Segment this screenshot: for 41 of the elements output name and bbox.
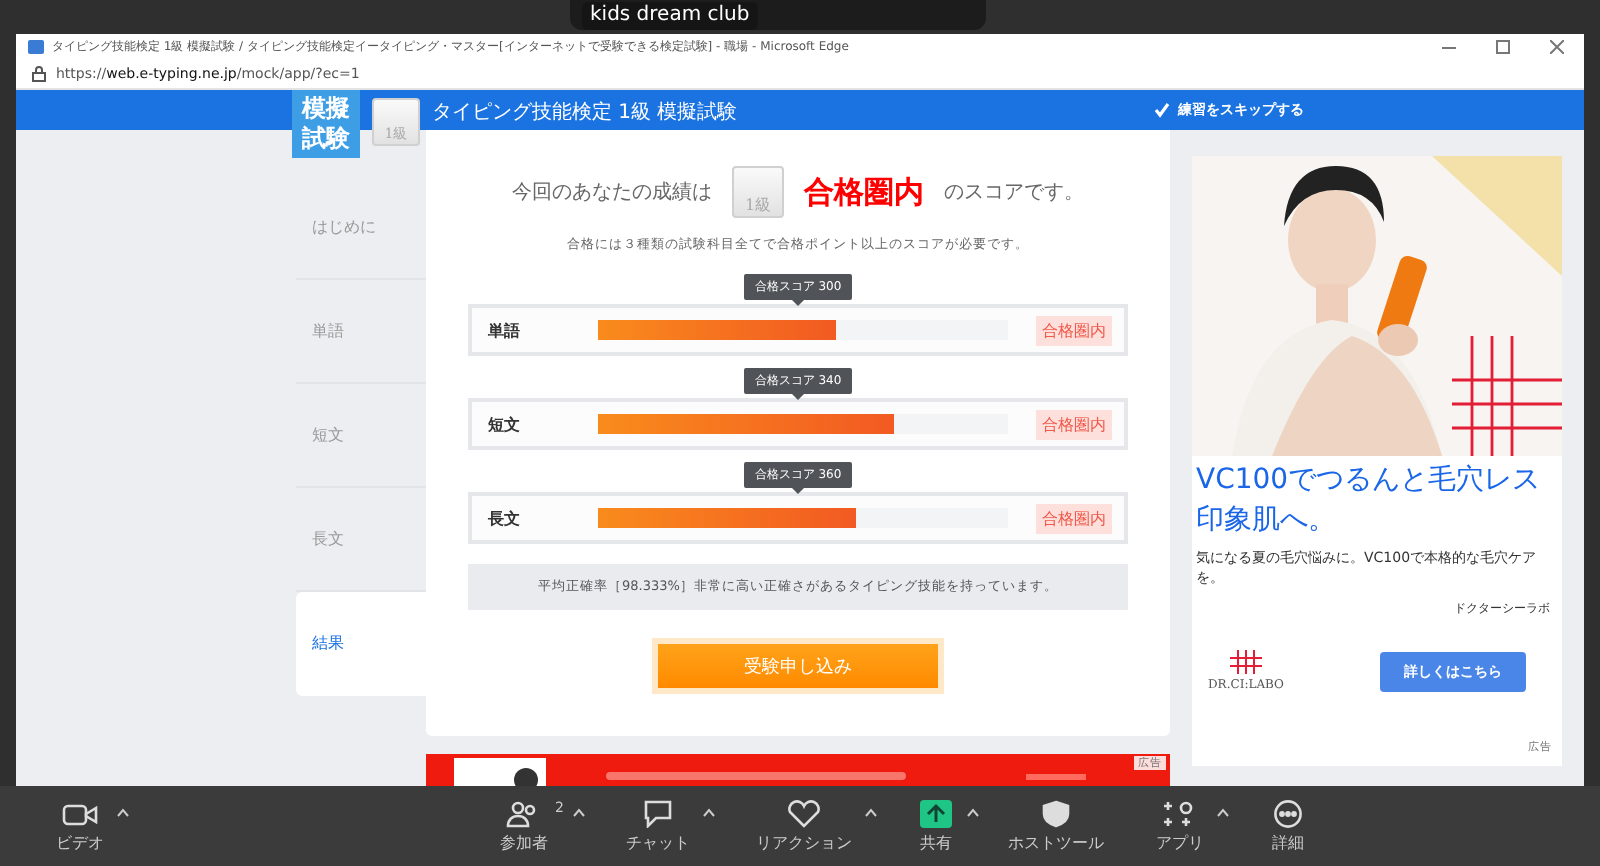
toolbar-button[interactable]: ビデオ — [56, 799, 104, 853]
site-logo: 模擬試験 — [292, 90, 360, 158]
result-verdict: 合格圏内 — [804, 173, 924, 211]
participant-name: kids dream club — [582, 2, 758, 30]
caret-icon[interactable] — [1216, 807, 1230, 817]
page-title: タイピング技能検定 1級 模擬試験 — [432, 99, 740, 126]
subject-label: 長文 — [488, 507, 522, 529]
apps-icon — [1162, 799, 1198, 827]
caret-icon[interactable] — [702, 807, 716, 817]
subject-label: 短文 — [488, 413, 522, 435]
caret-icon[interactable] — [116, 807, 130, 817]
share-icon — [918, 799, 954, 827]
subject-label: 単語 — [488, 319, 522, 341]
lock-icon — [32, 66, 46, 82]
toolbar-button[interactable]: 詳細 — [1270, 799, 1306, 853]
status-tag: 合格圏内 — [1036, 409, 1112, 439]
maximize-icon[interactable] — [1496, 40, 1510, 54]
checkbox-icon[interactable] — [1154, 102, 1170, 118]
ad-headline: VC100でつるんと毛穴レス印象肌へ。 — [1194, 462, 1543, 540]
close-icon[interactable] — [1550, 40, 1564, 54]
brand-mark-icon — [1229, 650, 1262, 674]
edge-tab-icon — [28, 40, 44, 54]
toolbar-button[interactable]: チャット — [626, 799, 690, 853]
result-text: のスコアです。 — [944, 180, 1084, 206]
sidebar-item[interactable]: 結果 — [296, 592, 426, 696]
chat-icon — [640, 799, 676, 827]
status-tag: 合格圏内 — [1036, 315, 1112, 345]
heart-icon — [786, 799, 822, 827]
toolbar-button[interactable]: アプリ — [1156, 799, 1204, 853]
caret-icon[interactable] — [572, 807, 586, 817]
caret-icon[interactable] — [864, 807, 878, 817]
shield-icon — [1038, 799, 1074, 827]
video-camera-icon — [62, 799, 98, 827]
grade-badge: 1級 — [732, 166, 784, 218]
caret-icon[interactable] — [966, 807, 980, 817]
more-icon — [1270, 799, 1306, 827]
toolbar-button[interactable]: 共有 — [918, 799, 954, 853]
toolbar-button[interactable]: ホストツール — [1008, 799, 1104, 853]
result-text: 今回のあなたの成績は — [512, 179, 712, 206]
status-tag: 合格圏内 — [1036, 503, 1112, 533]
toolbar-button[interactable]: リアクション — [756, 799, 852, 853]
